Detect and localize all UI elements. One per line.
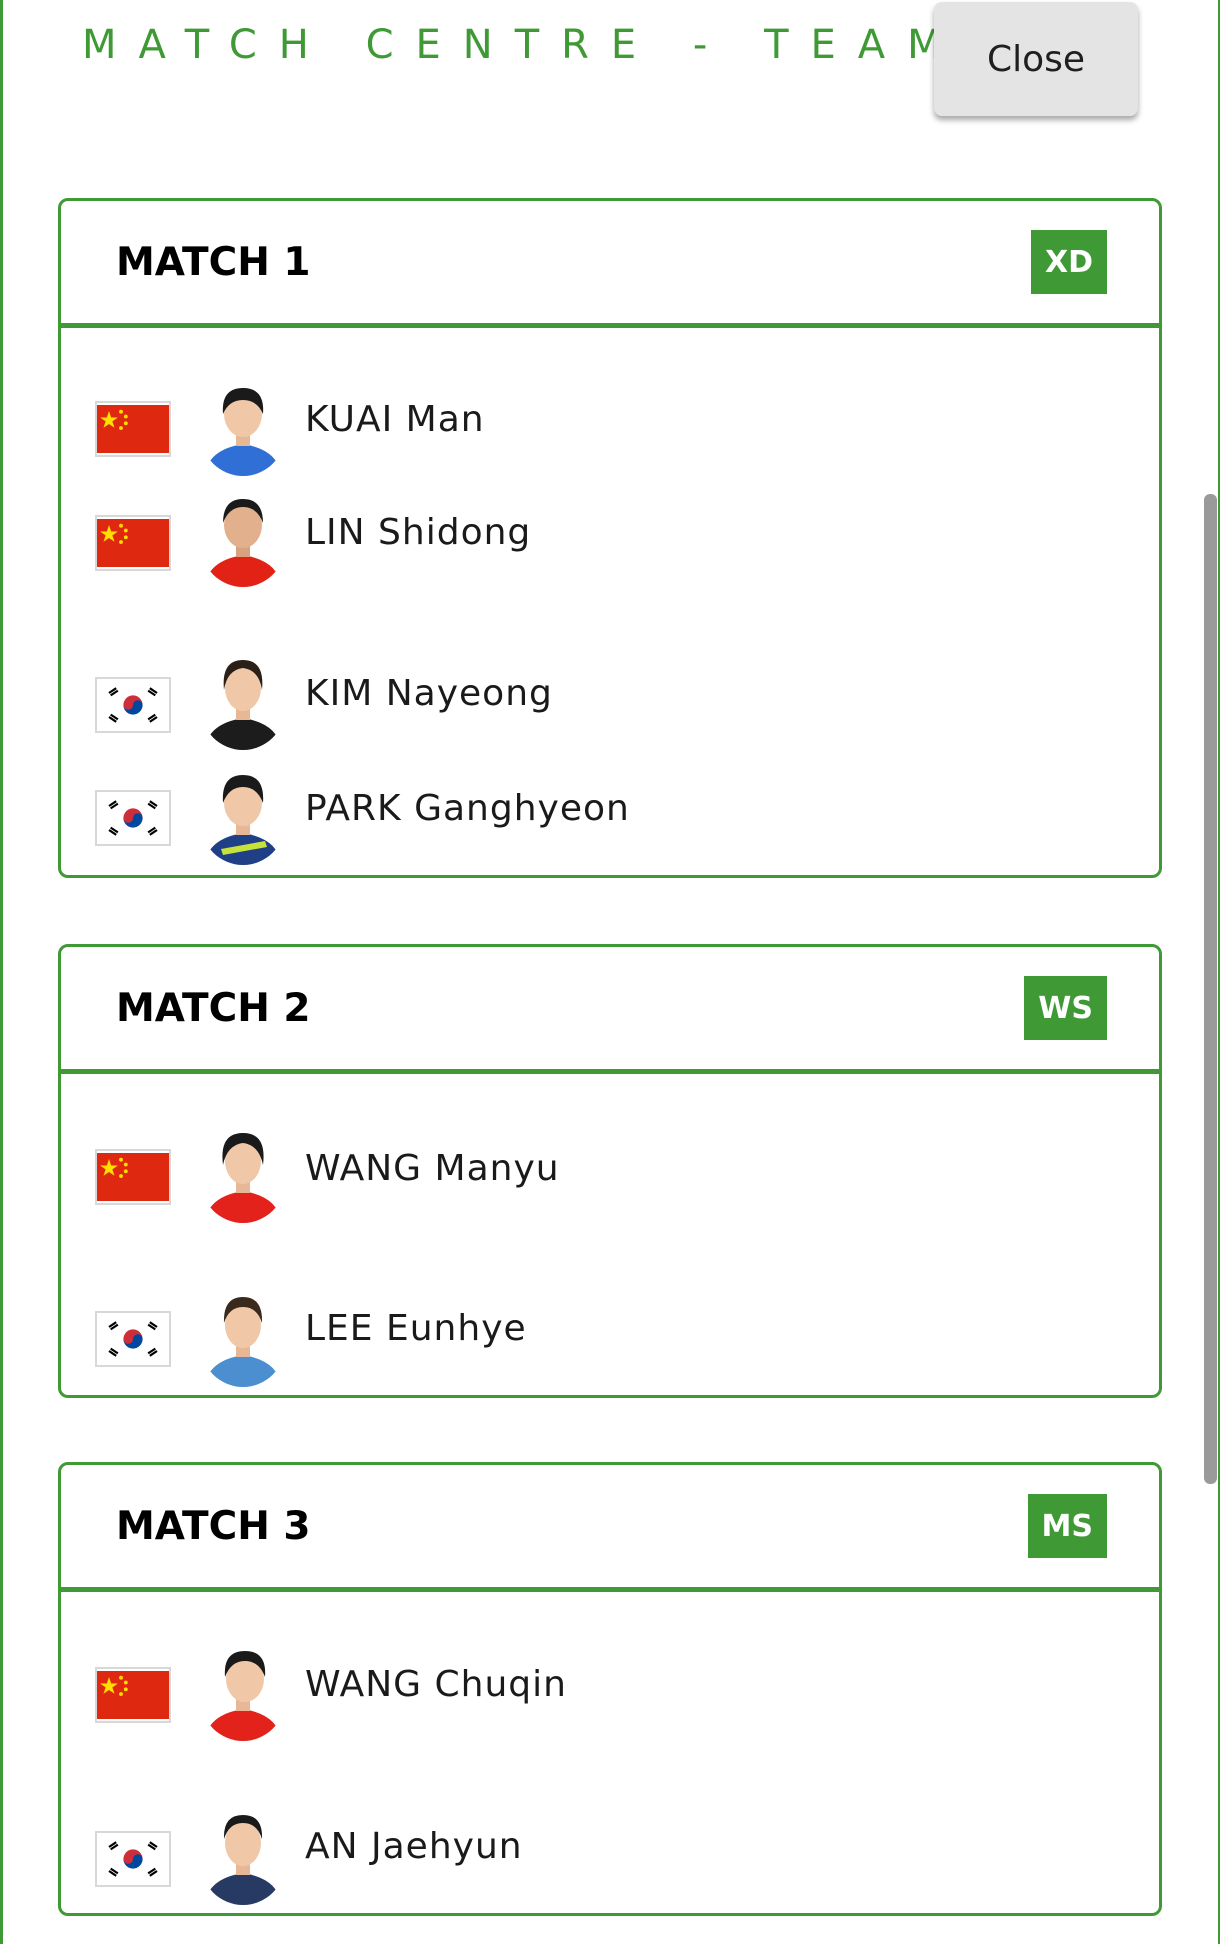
player-name[interactable]: WANG Manyu [305, 1149, 560, 1189]
player-avatar [201, 1645, 285, 1741]
player-avatar [201, 380, 285, 476]
player-avatar [201, 1291, 285, 1387]
korea-flag-icon [95, 790, 171, 846]
player-row[interactable]: KIM Nayeong [61, 654, 1159, 754]
player-name[interactable]: AN Jaehyun [305, 1827, 523, 1867]
close-button[interactable]: Close [934, 2, 1138, 116]
match-card: MATCH 1 XD KUAI Man LIN Shidong KIM Naye… [58, 198, 1162, 878]
player-row[interactable]: LEE Eunhye [61, 1291, 1159, 1391]
match-type-badge: XD [1030, 230, 1107, 294]
player-avatar [201, 1127, 285, 1223]
player-row[interactable]: WANG Manyu [61, 1127, 1159, 1227]
match-title: MATCH 3 [116, 1503, 311, 1549]
match-type-badge: WS [1024, 976, 1107, 1040]
player-avatar [201, 491, 285, 587]
china-flag-icon [95, 401, 171, 457]
player-row[interactable]: WANG Chuqin [61, 1645, 1159, 1745]
match-header: MATCH 3 MS [61, 1465, 1159, 1592]
match-header: MATCH 2 WS [61, 947, 1159, 1074]
match-card: MATCH 3 MS WANG Chuqin AN Jaehyun [58, 1462, 1162, 1916]
frame-border-left [0, 0, 3, 1944]
scrollbar-thumb[interactable] [1204, 494, 1217, 1484]
korea-flag-icon [95, 677, 171, 733]
match-type-badge: MS [1027, 1494, 1107, 1558]
match-title: MATCH 2 [116, 985, 311, 1031]
match-card: MATCH 2 WS WANG Manyu LEE Eunhye [58, 944, 1162, 1398]
player-name[interactable]: WANG Chuqin [305, 1665, 567, 1705]
page-title: MATCH CENTRE - TEAMS [82, 22, 1012, 68]
player-avatar [201, 769, 285, 865]
china-flag-icon [95, 515, 171, 571]
korea-flag-icon [95, 1831, 171, 1887]
match-title: MATCH 1 [116, 239, 311, 285]
china-flag-icon [95, 1149, 171, 1205]
player-row[interactable]: AN Jaehyun [61, 1809, 1159, 1909]
player-row[interactable]: PARK Ganghyeon [61, 767, 1159, 867]
player-name[interactable]: LIN Shidong [305, 513, 531, 553]
korea-flag-icon [95, 1311, 171, 1367]
player-name[interactable]: KUAI Man [305, 400, 485, 440]
player-name[interactable]: LEE Eunhye [305, 1309, 527, 1349]
player-avatar [201, 1809, 285, 1905]
match-header: MATCH 1 XD [61, 201, 1159, 328]
player-name[interactable]: KIM Nayeong [305, 674, 553, 714]
player-row[interactable]: KUAI Man [61, 378, 1159, 478]
player-row[interactable]: LIN Shidong [61, 491, 1159, 591]
player-name[interactable]: PARK Ganghyeon [305, 789, 630, 829]
china-flag-icon [95, 1667, 171, 1723]
player-avatar [201, 654, 285, 750]
